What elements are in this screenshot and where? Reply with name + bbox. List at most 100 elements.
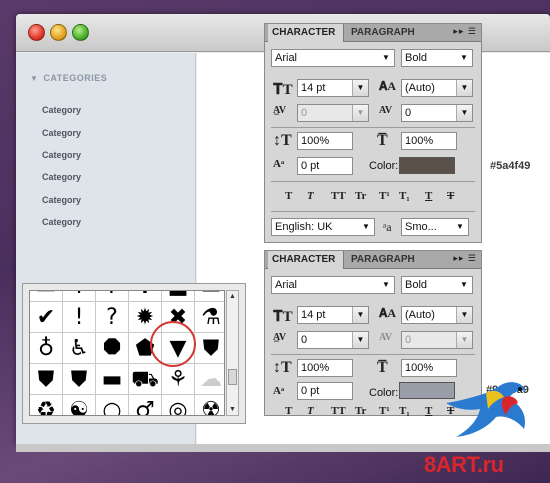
glyph-cell[interactable]: ! <box>63 302 96 333</box>
sidebar-item-category[interactable]: Category <box>42 195 81 205</box>
chevron-down-icon[interactable]: ▼ <box>456 307 472 323</box>
language-select[interactable]: English: UK ▼ <box>271 218 375 236</box>
chevron-down-icon[interactable]: ▼ <box>456 332 472 348</box>
chevron-down-icon[interactable]: ▼ <box>352 307 368 323</box>
scroll-up-arrow-icon[interactable]: ▲ <box>227 291 238 302</box>
glyph-cell[interactable]: ♻ <box>30 395 63 415</box>
close-window-button[interactable] <box>28 24 45 41</box>
tab-character[interactable]: CHARACTER <box>268 24 344 42</box>
panel-menu-icon[interactable]: ▸▸ ☰ <box>441 26 477 40</box>
font-style-select[interactable]: Bold ▼ <box>401 49 473 67</box>
glyph-cell[interactable]: ⛊ <box>30 364 63 395</box>
superscript-button[interactable]: T¹ <box>379 190 390 202</box>
sidebar-item-category[interactable]: Category <box>42 105 81 115</box>
tab-paragraph[interactable]: PARAGRAPH <box>347 24 417 42</box>
kerning-field[interactable]: 0 ▼ <box>297 104 369 122</box>
baseline-shift-field[interactable]: 0 pt <box>297 382 353 400</box>
scroll-thumb[interactable] <box>228 369 237 385</box>
glyph-cell[interactable]: ▬ <box>195 291 224 302</box>
chevron-down-icon[interactable]: ▼ <box>456 80 472 96</box>
sidebar-item-category[interactable]: Category <box>42 217 81 227</box>
chevron-down-icon[interactable]: ▼ <box>352 332 368 348</box>
glyph-cell[interactable]: ♂ <box>129 395 162 415</box>
baseline-shift-field[interactable]: 0 pt <box>297 157 353 175</box>
glyph-cell[interactable]: ⛊ <box>195 333 224 364</box>
font-size-icon: 𝐓T <box>273 309 293 325</box>
subscript-button[interactable]: T₁ <box>399 190 410 202</box>
glyph-cell[interactable]: ⚗ <box>195 302 224 333</box>
all-caps-button[interactable]: TT <box>331 190 346 202</box>
glyph-cell[interactable]: ✱ <box>129 291 162 302</box>
chevron-down-icon[interactable]: ▼ <box>352 80 368 96</box>
chevron-down-icon[interactable]: ▼ <box>456 105 472 121</box>
disclosure-triangle-icon[interactable]: ▼ <box>30 74 38 83</box>
glyph-cell[interactable]: ▭ <box>30 291 63 302</box>
leading-field[interactable]: (Auto) ▼ <box>401 79 473 97</box>
chevron-down-icon[interactable]: ▼ <box>456 50 472 66</box>
font-size-field[interactable]: 14 pt ▼ <box>297 306 369 324</box>
faux-bold-button[interactable]: T <box>285 405 292 417</box>
chevron-down-icon[interactable]: ▼ <box>378 50 394 66</box>
faux-italic-button[interactable]: T <box>307 405 314 417</box>
faux-italic-button[interactable]: T <box>307 190 314 202</box>
sidebar-item-category[interactable]: Category <box>42 150 81 160</box>
tab-character[interactable]: CHARACTER <box>268 251 344 269</box>
chevron-down-icon[interactable]: ▼ <box>358 219 374 235</box>
tracking-field[interactable]: 0 ▼ <box>401 331 473 349</box>
sidebar-header[interactable]: ▼ CATEGORIES <box>30 73 107 83</box>
kerning-value: 0 <box>301 107 308 119</box>
subscript-button[interactable]: T₁ <box>399 405 410 417</box>
underline-button[interactable]: T <box>425 190 432 202</box>
font-family-select[interactable]: Arial ▼ <box>271 49 395 67</box>
antialias-select[interactable]: Smo... ▼ <box>401 218 469 236</box>
glyph-cell[interactable]: ♁ <box>30 333 63 364</box>
underline-button[interactable]: T <box>425 405 432 417</box>
font-style-select[interactable]: Bold ▼ <box>401 276 473 294</box>
all-caps-button[interactable]: TT <box>331 405 346 417</box>
kerning-field[interactable]: 0 ▼ <box>297 331 369 349</box>
leading-field[interactable]: (Auto) ▼ <box>401 306 473 324</box>
strikethrough-button[interactable]: T <box>447 190 454 202</box>
glyph-cell[interactable]: ? <box>96 302 129 333</box>
small-caps-button[interactable]: Tr <box>355 405 366 417</box>
text-color-swatch[interactable] <box>399 157 455 174</box>
sidebar-item-category[interactable]: Category <box>42 128 81 138</box>
watermark-text: 8ART.ru <box>424 452 504 477</box>
minimize-window-button[interactable] <box>50 24 67 41</box>
glyph-cell[interactable]: ◎ <box>162 395 195 415</box>
superscript-button[interactable]: T¹ <box>379 405 390 417</box>
zoom-window-button[interactable] <box>72 24 89 41</box>
chevron-down-icon[interactable]: ▼ <box>352 105 368 121</box>
vertical-scale-field[interactable]: 100% <box>297 132 353 150</box>
scroll-down-arrow-icon[interactable]: ▼ <box>227 404 238 415</box>
chevron-down-icon[interactable]: ▼ <box>452 219 468 235</box>
tab-paragraph[interactable]: PARAGRAPH <box>347 251 417 269</box>
glyph-cell[interactable]: ○ <box>96 395 129 415</box>
glyph-cell[interactable]: ⚘ <box>162 364 195 395</box>
glyph-scrollbar[interactable]: ▲ ▼ <box>226 290 239 416</box>
tracking-field[interactable]: 0 ▼ <box>401 104 473 122</box>
chevron-down-icon[interactable]: ▼ <box>378 277 394 293</box>
glyph-cell[interactable]: ■ <box>162 291 195 302</box>
glyph-cell[interactable]: ▬ <box>96 364 129 395</box>
glyph-cell[interactable]: ⛊ <box>63 364 96 395</box>
glyph-cell[interactable]: ☁ <box>195 364 224 395</box>
glyph-cell[interactable]: ♿ <box>63 333 96 364</box>
font-family-select[interactable]: Arial ▼ <box>271 276 395 294</box>
glyph-cell[interactable]: ☢ <box>195 395 224 415</box>
glyph-cell[interactable]: ⯃ <box>96 333 129 364</box>
glyph-cell[interactable]: ☯ <box>63 395 96 415</box>
horizontal-scale-field[interactable]: 100% <box>401 132 457 150</box>
panel-menu-icon[interactable]: ▸▸ ☰ <box>441 253 477 267</box>
small-caps-button[interactable]: Tr <box>355 190 366 202</box>
sidebar-item-category[interactable]: Category <box>42 172 81 182</box>
glyph-cell[interactable]: ⛟ <box>129 364 162 395</box>
glyph-cell[interactable]: ! <box>63 291 96 302</box>
vertical-scale-field[interactable]: 100% <box>297 359 353 377</box>
font-size-field[interactable]: 14 pt ▼ <box>297 79 369 97</box>
glyph-cell[interactable]: ✔ <box>30 302 63 333</box>
faux-bold-button[interactable]: T <box>285 190 292 202</box>
chevron-down-icon[interactable]: ▼ <box>456 277 472 293</box>
glyph-cell[interactable]: ? <box>96 291 129 302</box>
baseline-shift-value: 0 pt <box>301 385 320 397</box>
